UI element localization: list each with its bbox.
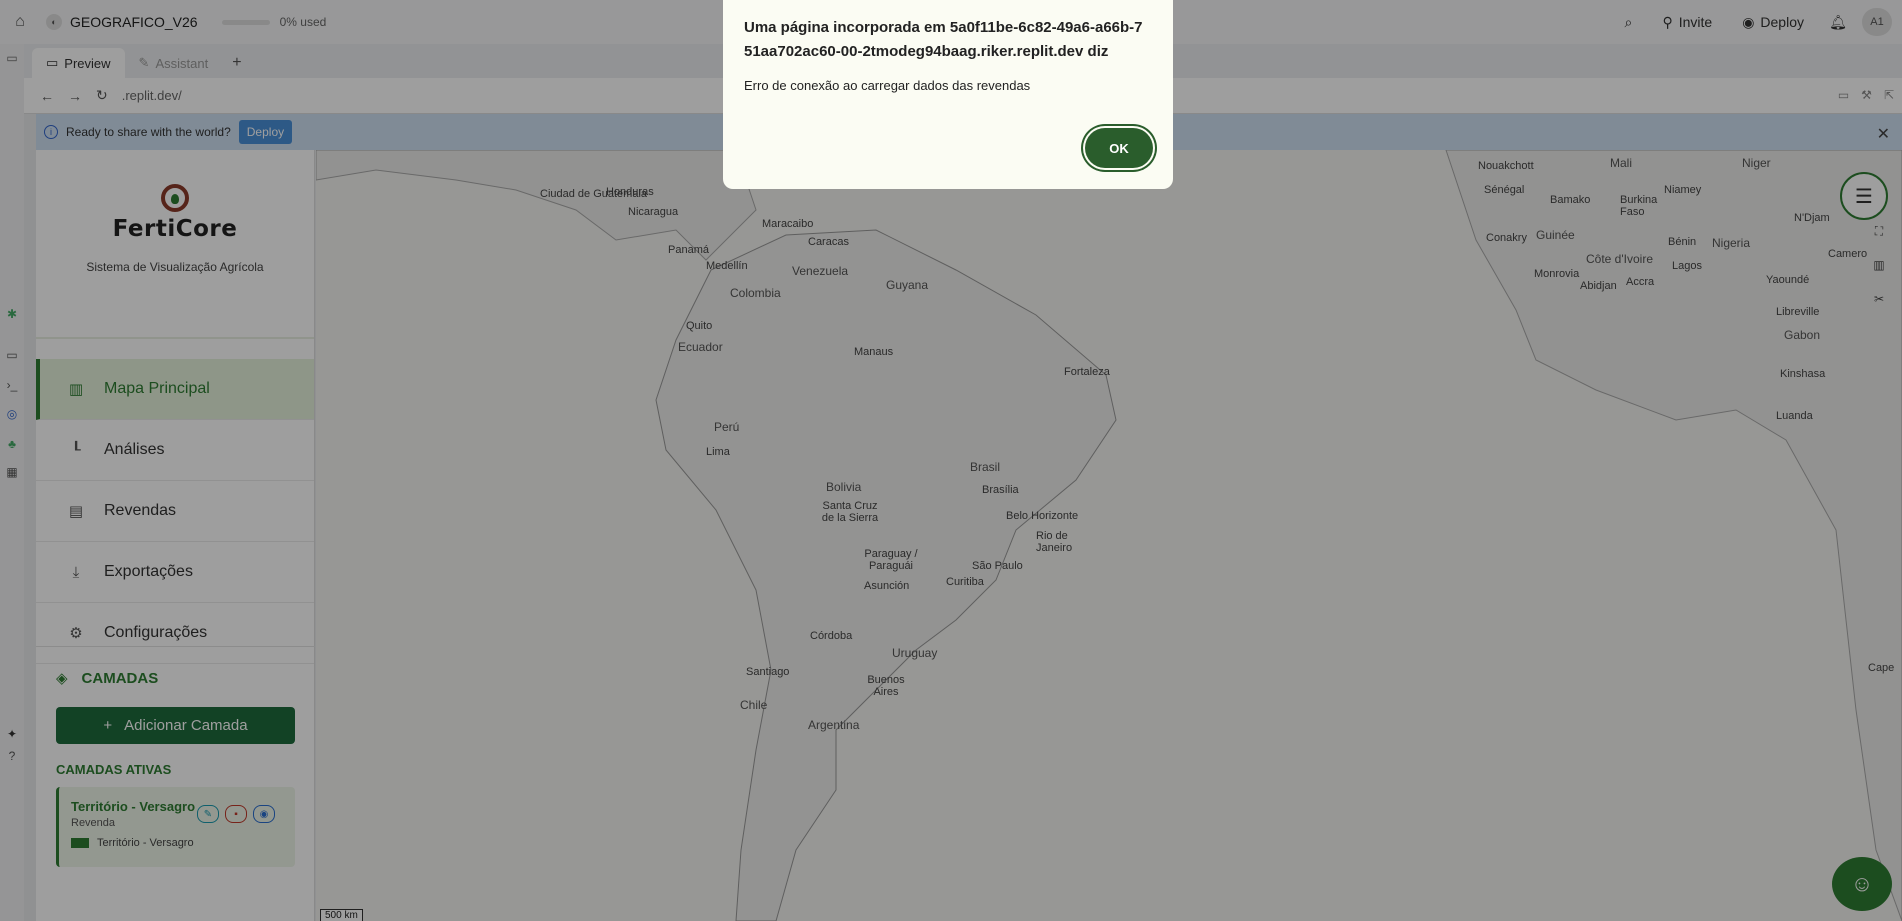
dialog-message: Erro de conexão ao carregar dados das re… bbox=[744, 78, 1031, 93]
alert-dialog: Uma página incorporada em 5a0f11be-6c82-… bbox=[723, 0, 1173, 189]
dialog-title: Uma página incorporada em 5a0f11be-6c82-… bbox=[744, 19, 1143, 60]
modal-overlay: Uma página incorporada em 5a0f11be-6c82-… bbox=[0, 0, 1902, 921]
ok-button[interactable]: OK bbox=[1085, 128, 1153, 168]
